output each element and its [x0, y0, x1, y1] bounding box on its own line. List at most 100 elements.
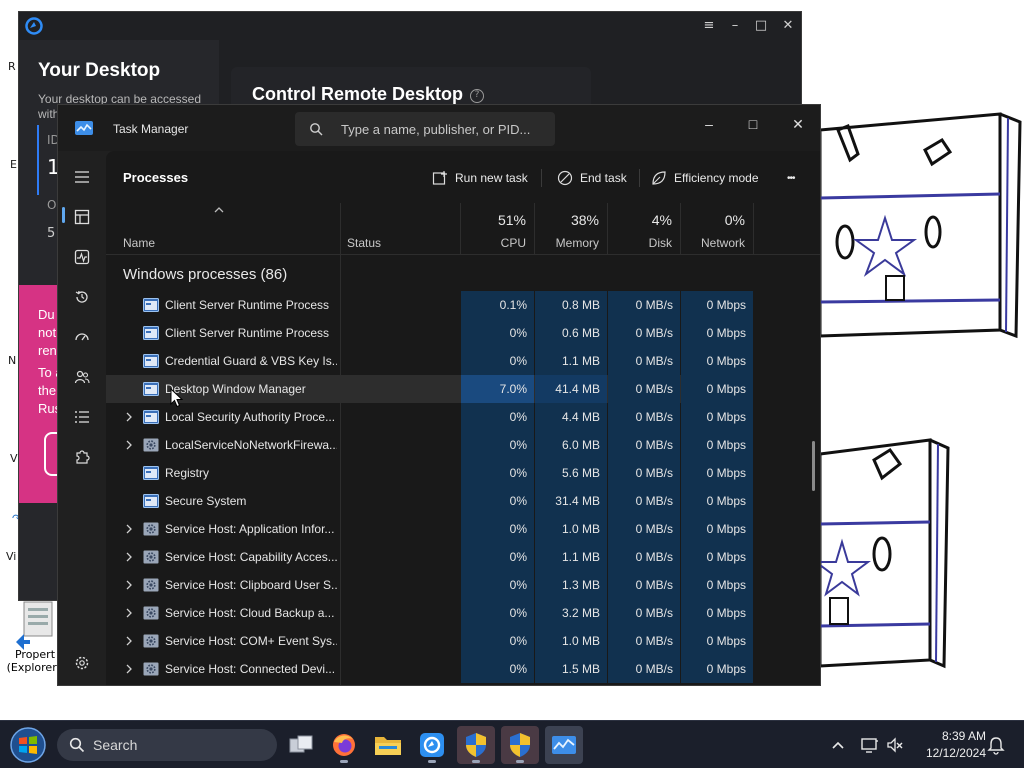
column-divider[interactable]	[460, 203, 461, 255]
close-button[interactable]: ✕	[775, 109, 820, 139]
process-row[interactable]: Secure System 0% 31.4 MB 0 MB/s 0 Mbps	[106, 487, 753, 515]
process-disk-cell: 0 MB/s	[608, 655, 680, 683]
minimize-button[interactable]: –	[686, 109, 732, 139]
end-task-label: End task	[580, 171, 627, 185]
clock-date[interactable]: 12/12/2024	[914, 746, 986, 760]
column-header-name-label: Name	[123, 236, 156, 250]
process-disk-cell: 0 MB/s	[608, 627, 680, 655]
desktop-icon-fragment[interactable]: R	[8, 60, 16, 73]
process-row[interactable]: LocalServiceNoNetworkFirewa... 0% 6.0 MB 0 …	[106, 431, 753, 459]
process-network-cell: 0 Mbps	[681, 431, 753, 459]
column-divider[interactable]	[534, 203, 535, 255]
column-divider[interactable]	[753, 203, 754, 255]
maximize-button[interactable]: □	[730, 109, 776, 139]
taskbar-shield-app[interactable]	[457, 726, 495, 764]
desktop-icon-fragment[interactable]: N	[8, 354, 16, 367]
process-window-icon	[143, 494, 159, 508]
search-box[interactable]	[295, 112, 555, 146]
taskbar-file-explorer[interactable]	[369, 726, 407, 764]
process-row[interactable]: Credential Guard & VBS Key Is... 0% 1.1 MB…	[106, 347, 753, 375]
processes-page: Processes Run new task End task Efficien…	[106, 151, 820, 685]
process-gear-icon	[143, 438, 159, 452]
process-row[interactable]: Service Host: COM+ Event Sys... 0% 1.0 MB 0…	[106, 627, 753, 655]
hamburger-menu-button[interactable]	[68, 163, 96, 191]
taskbar-search-box[interactable]: Search	[57, 729, 277, 761]
maximize-button[interactable]: □	[751, 16, 771, 36]
expand-chevron-icon[interactable]	[124, 523, 134, 535]
expand-chevron-icon[interactable]	[124, 551, 134, 563]
column-header-network[interactable]: 0% Network	[681, 203, 753, 255]
properties-file-icon[interactable]	[14, 600, 58, 650]
process-row[interactable]: Service Host: Clipboard User S... 0% 1.3 M…	[106, 571, 753, 599]
nav-users[interactable]	[68, 363, 96, 391]
expand-chevron-icon[interactable]	[124, 635, 134, 647]
nav-performance[interactable]	[68, 243, 96, 271]
taskbar-shield-app[interactable]	[501, 726, 539, 764]
close-button[interactable]: ✕	[778, 16, 798, 36]
expand-chevron-icon[interactable]	[124, 411, 134, 423]
search-input[interactable]	[341, 120, 546, 138]
process-row[interactable]: Service Host: Connected Devi... 0% 1.5 MB 0…	[106, 655, 753, 683]
task-view-button[interactable]	[282, 726, 320, 764]
expand-chevron-icon[interactable]	[124, 663, 134, 675]
expand-chevron-icon[interactable]	[124, 579, 134, 591]
volume-muted-icon[interactable]	[885, 735, 905, 755]
process-memory-cell: 31.4 MB	[535, 487, 607, 515]
chevron-up-icon[interactable]	[828, 735, 848, 755]
minimize-button[interactable]: –	[725, 16, 745, 36]
menu-icon[interactable]: ≡	[699, 16, 719, 36]
column-divider[interactable]	[680, 203, 681, 255]
nav-app-history[interactable]	[68, 283, 96, 311]
process-row[interactable]: Service Host: Application Infor... 0% 1.0 …	[106, 515, 753, 543]
process-memory-cell: 1.0 MB	[535, 515, 607, 543]
taskbar-firefox[interactable]	[325, 726, 363, 764]
process-row[interactable]: Service Host: Cloud Backup a... 0% 3.2 MB 0…	[106, 599, 753, 627]
process-name: Local Security Authority Proce...	[165, 410, 336, 424]
process-row[interactable]: Desktop Window Manager 7.0% 41.4 MB 0 MB/s 0…	[106, 375, 753, 403]
expand-chevron-icon[interactable]	[124, 439, 134, 451]
expand-chevron-icon[interactable]	[124, 607, 134, 619]
end-task-button[interactable]: End task	[557, 167, 627, 189]
search-icon	[69, 737, 85, 753]
start-button[interactable]	[8, 725, 48, 765]
nav-processes[interactable]	[68, 203, 96, 231]
column-header-memory[interactable]: 38% Memory	[535, 203, 607, 255]
process-row[interactable]: Client Server Runtime Process 0% 0.6 MB 0 M…	[106, 319, 753, 347]
more-options-button[interactable]: •••	[787, 167, 795, 189]
process-row[interactable]: Service Host: Capability Acces... 0% 1.1 M…	[106, 543, 753, 571]
remote-desktop-titlebar[interactable]: ≡ – □ ✕	[19, 12, 801, 40]
search-icon	[310, 123, 323, 136]
process-row[interactable]: Local Security Authority Proce... 0% 4.4 M…	[106, 403, 753, 431]
column-header-disk[interactable]: 4% Disk	[608, 203, 680, 255]
process-window-icon	[143, 326, 159, 340]
column-header-network-label: Network	[700, 236, 745, 250]
desktop-icon-fragment[interactable]: E	[10, 158, 17, 171]
help-icon[interactable]: ?	[470, 89, 484, 103]
run-new-task-button[interactable]: Run new task	[432, 167, 528, 189]
process-memory-cell: 0.8 MB	[535, 291, 607, 319]
desktop-icon-fragment[interactable]: V	[10, 452, 18, 465]
process-row[interactable]: Client Server Runtime Process 0.1% 0.8 MB 0…	[106, 291, 753, 319]
clock-time[interactable]: 8:39 AM	[924, 729, 986, 743]
process-memory-cell: 0.6 MB	[535, 319, 607, 347]
column-header-name[interactable]: Name	[106, 203, 340, 255]
vertical-scrollbar[interactable]	[812, 441, 815, 491]
process-window-icon	[143, 298, 159, 312]
taskbar-remote-desktop[interactable]	[413, 726, 451, 764]
efficiency-mode-button[interactable]: Efficiency mode	[651, 167, 759, 189]
process-disk-cell: 0 MB/s	[608, 487, 680, 515]
desktop-icon-fragment[interactable]: Vi	[6, 550, 16, 563]
nav-services[interactable]	[68, 443, 96, 471]
column-divider[interactable]	[607, 203, 608, 255]
notification-bell-icon[interactable]	[986, 735, 1006, 755]
taskbar-task-manager[interactable]	[545, 726, 583, 764]
nav-details[interactable]	[68, 403, 96, 431]
column-header-cpu[interactable]: 51% CPU	[461, 203, 534, 255]
display-icon[interactable]	[860, 735, 880, 755]
task-manager-titlebar[interactable]: Task Manager – □ ✕	[58, 105, 820, 151]
group-header-row[interactable]: Windows processes (86)	[106, 255, 820, 291]
nav-settings[interactable]	[68, 649, 96, 677]
column-header-status[interactable]: Status	[340, 203, 460, 255]
process-row[interactable]: Registry 0% 5.6 MB 0 MB/s 0 Mbps	[106, 459, 753, 487]
nav-startup-apps[interactable]	[68, 323, 96, 351]
